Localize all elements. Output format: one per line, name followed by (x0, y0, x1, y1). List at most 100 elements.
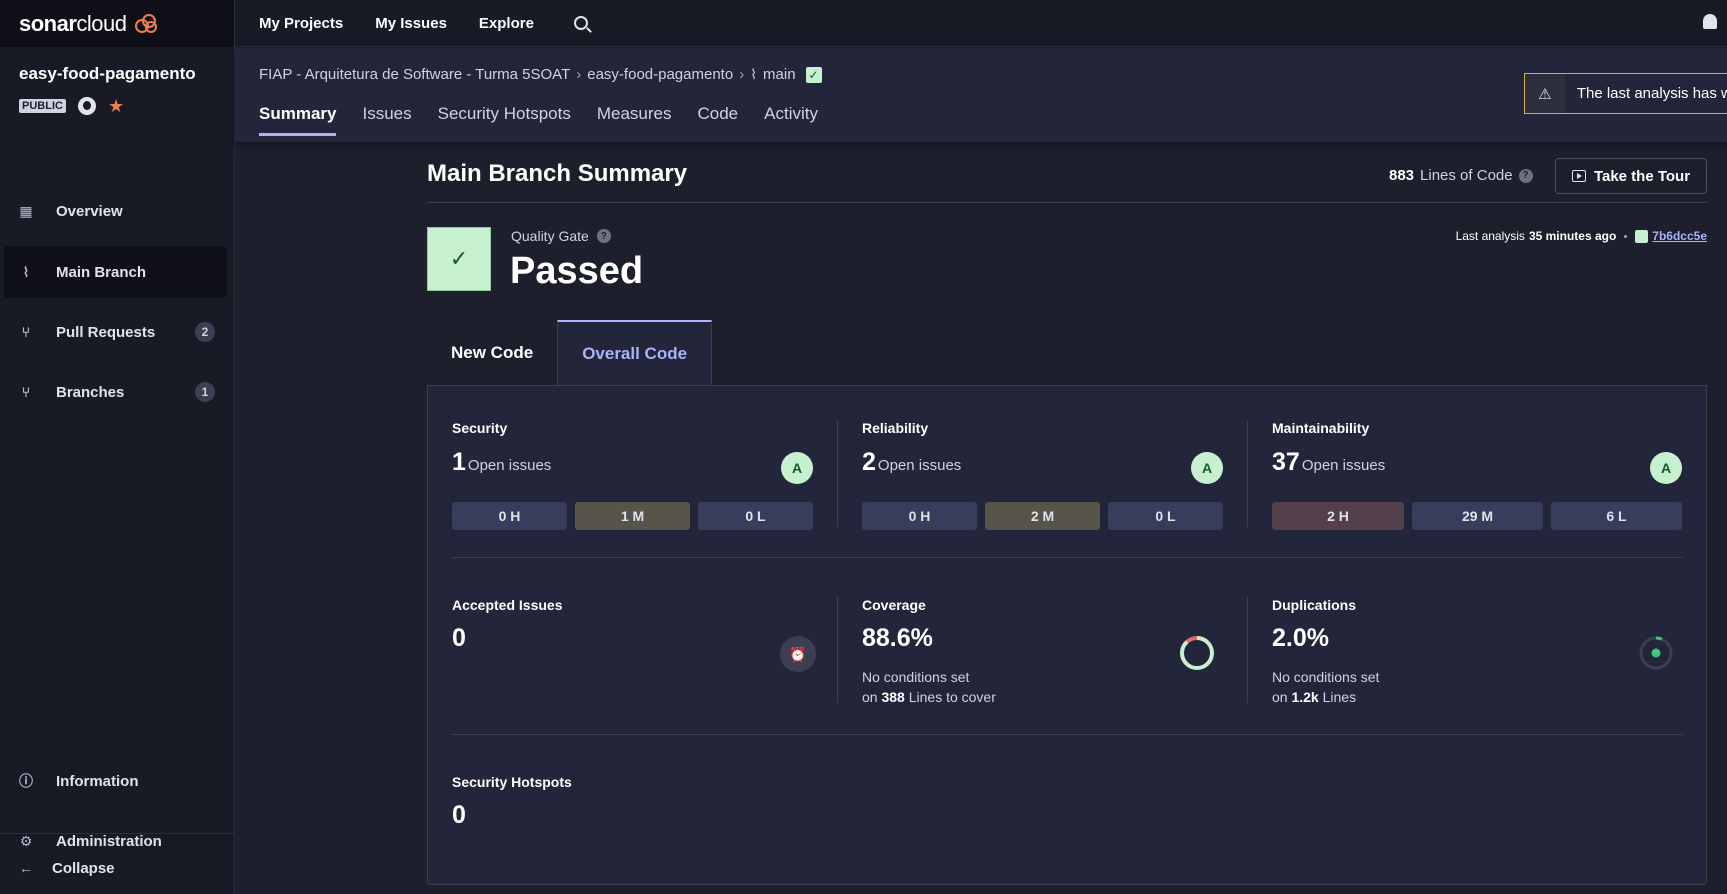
breadcrumb-branch[interactable]: main (763, 66, 796, 83)
breadcrumb-organization[interactable]: FIAP - Arquitetura de Software - Turma 5… (259, 66, 570, 83)
maintainability-title: Maintainability (1272, 420, 1370, 436)
nav-my-issues[interactable]: My Issues (375, 15, 447, 32)
code-period-tabs: New Code Overall Code (427, 320, 713, 385)
reliability-label: Open issues (877, 457, 962, 474)
coverage-donut-icon (1180, 636, 1214, 670)
alarm-clock-icon: ⏰ (780, 636, 816, 672)
sidebar-item-information[interactable]: ⓘ Information (4, 755, 227, 807)
sidebar-item-pull-requests[interactable]: ⑂ Pull Requests 2 (4, 306, 227, 358)
duplications-value[interactable]: 2.0% (1272, 624, 1329, 653)
divider (1247, 596, 1248, 703)
reliability-grade[interactable]: A (1191, 452, 1223, 484)
security-grade[interactable]: A (781, 452, 813, 484)
coverage-note-line1: No conditions set (862, 669, 970, 685)
tab-overall-code[interactable]: Overall Code (557, 320, 713, 385)
sidebar-item-label: Pull Requests (56, 323, 156, 341)
logo[interactable]: sonarcloud (0, 0, 234, 47)
sidebar-item-overview[interactable]: ▦ Overview (4, 185, 227, 237)
page-title: Main Branch Summary (427, 160, 688, 187)
tab-activity[interactable]: Activity (764, 104, 818, 136)
sidebar: sonarcloud easy-food-pagamento PUBLIC ★ … (0, 0, 235, 894)
tab-summary[interactable]: Summary (259, 104, 337, 136)
reliability-high[interactable]: 0 H (862, 502, 977, 530)
commit-icon (1635, 229, 1649, 243)
maintainability-grade[interactable]: A (1650, 452, 1682, 484)
divider (837, 420, 838, 527)
coverage-lines[interactable]: 388 (881, 689, 904, 705)
separator-dot (1624, 234, 1628, 238)
quality-gate-label-text: Quality Gate (511, 228, 589, 244)
sidebar-item-main-branch[interactable]: ⌇ Main Branch (4, 246, 227, 298)
last-analysis-prefix: Last analysis (1455, 229, 1525, 243)
security-high[interactable]: 0 H (452, 502, 567, 530)
visibility-badge: PUBLIC (19, 99, 66, 113)
security-low[interactable]: 0 L (698, 502, 813, 530)
info-icon: ⓘ (19, 773, 33, 789)
bell-icon[interactable] (1703, 14, 1717, 29)
maintainability-medium[interactable]: 29 M (1412, 502, 1543, 530)
collapse-button[interactable]: ← Collapse (4, 842, 227, 894)
project-header: FIAP - Arquitetura de Software - Turma 5… (235, 48, 1727, 142)
analysis-warning[interactable]: ⚠ The last analysis has w (1524, 73, 1727, 114)
play-icon (1571, 170, 1586, 182)
accepted-title: Accepted Issues (452, 597, 563, 613)
branch-icon: ⌇ (22, 263, 30, 280)
breadcrumb-project[interactable]: easy-food-pagamento (587, 66, 733, 83)
sidebar-item-label: Main Branch (56, 263, 147, 281)
security-medium[interactable]: 1 M (575, 502, 690, 530)
pull-request-icon: ⑂ (21, 324, 31, 340)
help-icon[interactable]: ? (596, 229, 611, 243)
star-icon[interactable]: ★ (108, 97, 124, 115)
reliability-medium[interactable]: 2 M (985, 502, 1100, 530)
divider (837, 596, 838, 703)
sonarcloud-logo-icon (134, 13, 157, 33)
quality-gate-passed-icon: ✓ (805, 66, 822, 83)
maintainability-label: Open issues (1301, 457, 1386, 474)
github-icon[interactable] (77, 97, 96, 115)
security-label: Open issues (467, 457, 552, 474)
coverage-value[interactable]: 88.6% (862, 624, 933, 653)
tab-code[interactable]: Code (698, 104, 739, 136)
nav-explore[interactable]: Explore (479, 15, 534, 32)
accepted-value[interactable]: 0 (452, 624, 466, 653)
tab-issues[interactable]: Issues (362, 104, 411, 136)
last-analysis: Last analysis 35 minutes ago 7b6dcc5e (1456, 229, 1707, 243)
help-icon[interactable]: ? (1518, 168, 1533, 183)
coverage-note: No conditions set on 388 Lines to cover (862, 667, 996, 707)
duplications-note-line2: on 1.2k Lines (1272, 689, 1357, 705)
arrow-left-icon: ← (19, 860, 33, 876)
nav-my-projects[interactable]: My Projects (259, 15, 343, 32)
maintainability-issues[interactable]: 37 Open issues (1272, 448, 1385, 477)
branches-count: 1 (195, 382, 215, 402)
reliability-low[interactable]: 0 L (1108, 502, 1223, 530)
sidebar-item-label: Information (56, 772, 139, 790)
maintainability-low[interactable]: 6 L (1551, 502, 1682, 530)
branch-icon: ⌇ (750, 66, 758, 82)
quality-gate-label: Quality Gate ? (511, 228, 611, 244)
maintainability-high[interactable]: 2 H (1272, 502, 1404, 530)
commit-link[interactable]: 7b6dcc5e (1652, 229, 1707, 243)
take-tour-button[interactable]: Take the Tour (1555, 158, 1707, 194)
tab-security-hotspots[interactable]: Security Hotspots (438, 104, 571, 136)
dashboard-icon: ▦ (19, 202, 33, 219)
quality-gate-status: Passed (510, 250, 644, 292)
loc-label: Lines of Code (1420, 167, 1513, 184)
chevron-right-icon: › (739, 66, 745, 83)
tab-new-code[interactable]: New Code (427, 320, 557, 385)
quality-gate-check-icon: ✓ (427, 227, 491, 291)
tab-measures[interactable]: Measures (597, 104, 672, 136)
search-icon[interactable] (573, 16, 588, 30)
hotspots-value[interactable]: 0 (452, 801, 466, 830)
security-issues[interactable]: 1 Open issues (452, 448, 551, 477)
warning-text: The last analysis has w (1576, 85, 1727, 102)
divider (452, 557, 1682, 558)
maintainability-value: 37 (1272, 448, 1300, 476)
security-value: 1 (452, 448, 466, 476)
pull-requests-count: 2 (195, 322, 215, 342)
project-meta: PUBLIC ★ (19, 97, 124, 115)
sidebar-item-branches[interactable]: ⑂ Branches 1 (4, 366, 227, 418)
breadcrumb: FIAP - Arquitetura de Software - Turma 5… (259, 66, 822, 83)
reliability-issues[interactable]: 2 Open issues (862, 448, 961, 477)
reliability-title: Reliability (862, 420, 929, 436)
project-name[interactable]: easy-food-pagamento (19, 64, 196, 84)
